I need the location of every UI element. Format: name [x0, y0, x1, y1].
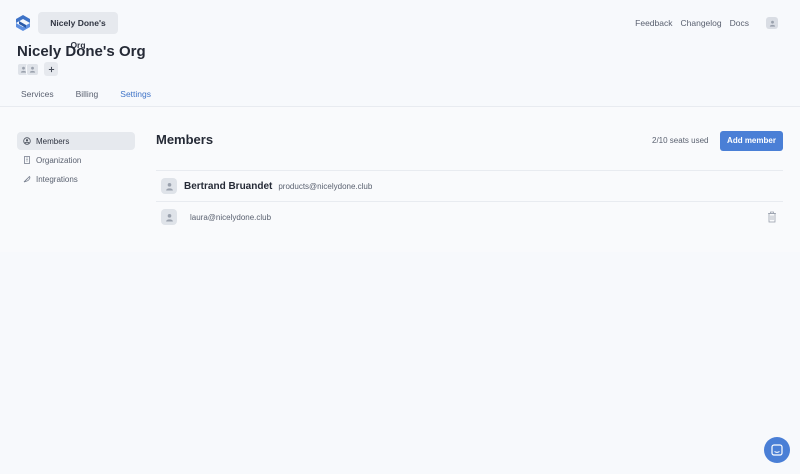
user-icon: [165, 182, 173, 190]
page-title: Nicely Done's Org: [17, 43, 146, 60]
members-icon: [23, 137, 31, 145]
sidebar-item-label: Integrations: [36, 174, 78, 184]
settings-sidebar: Members Organization Integrations: [17, 132, 135, 189]
member-name: Bertrand Bruandet: [184, 180, 273, 192]
org-switcher-button[interactable]: Nicely Done's Org: [38, 12, 118, 50]
trash-icon[interactable]: [767, 211, 777, 223]
top-bar: Nicely Done's Org Feedback Changelog Doc…: [0, 0, 800, 50]
tab-services[interactable]: Services: [17, 87, 58, 106]
add-member-button[interactable]: Add member: [720, 131, 783, 151]
top-links: Feedback Changelog Docs: [635, 12, 778, 34]
tab-settings[interactable]: Settings: [116, 87, 155, 111]
chat-icon: [771, 444, 783, 456]
member-row: Bertrand Bruandet products@nicelydone.cl…: [156, 170, 783, 201]
member-email: laura@nicelydone.club: [190, 212, 272, 222]
sidebar-item-members[interactable]: Members: [17, 132, 135, 150]
member-list: Bertrand Bruandet products@nicelydone.cl…: [156, 170, 783, 232]
user-icon: [769, 20, 775, 27]
app-logo-icon[interactable]: [16, 15, 30, 31]
main-tabs: Services Billing Settings: [17, 87, 169, 111]
add-member-mini-button[interactable]: [44, 62, 58, 76]
member-email: products@nicelydone.club: [278, 181, 373, 191]
member-avatar: [161, 209, 177, 225]
docs-link[interactable]: Docs: [730, 18, 749, 28]
sidebar-item-integrations[interactable]: Integrations: [17, 170, 135, 188]
member-avatar: [161, 178, 177, 194]
plus-icon: [48, 66, 54, 72]
sidebar-item-label: Members: [36, 136, 70, 146]
seats-used-text: 2/10 seats used: [652, 136, 709, 145]
user-icon: [165, 213, 173, 221]
building-icon: [23, 156, 31, 164]
chat-launcher-button[interactable]: [764, 437, 790, 463]
user-avatar[interactable]: [766, 17, 778, 29]
member-avatar-mini[interactable]: [26, 62, 39, 76]
sidebar-item-label: Organization: [36, 155, 82, 165]
user-icon: [29, 66, 36, 73]
feather-icon: [23, 175, 31, 183]
members-heading: Members: [156, 132, 214, 147]
feedback-link[interactable]: Feedback: [635, 18, 672, 28]
member-row: laura@nicelydone.club: [156, 201, 783, 232]
org-member-avatars: [17, 62, 58, 76]
tab-billing[interactable]: Billing: [72, 87, 103, 106]
changelog-link[interactable]: Changelog: [681, 18, 722, 28]
sidebar-item-organization[interactable]: Organization: [17, 151, 135, 169]
